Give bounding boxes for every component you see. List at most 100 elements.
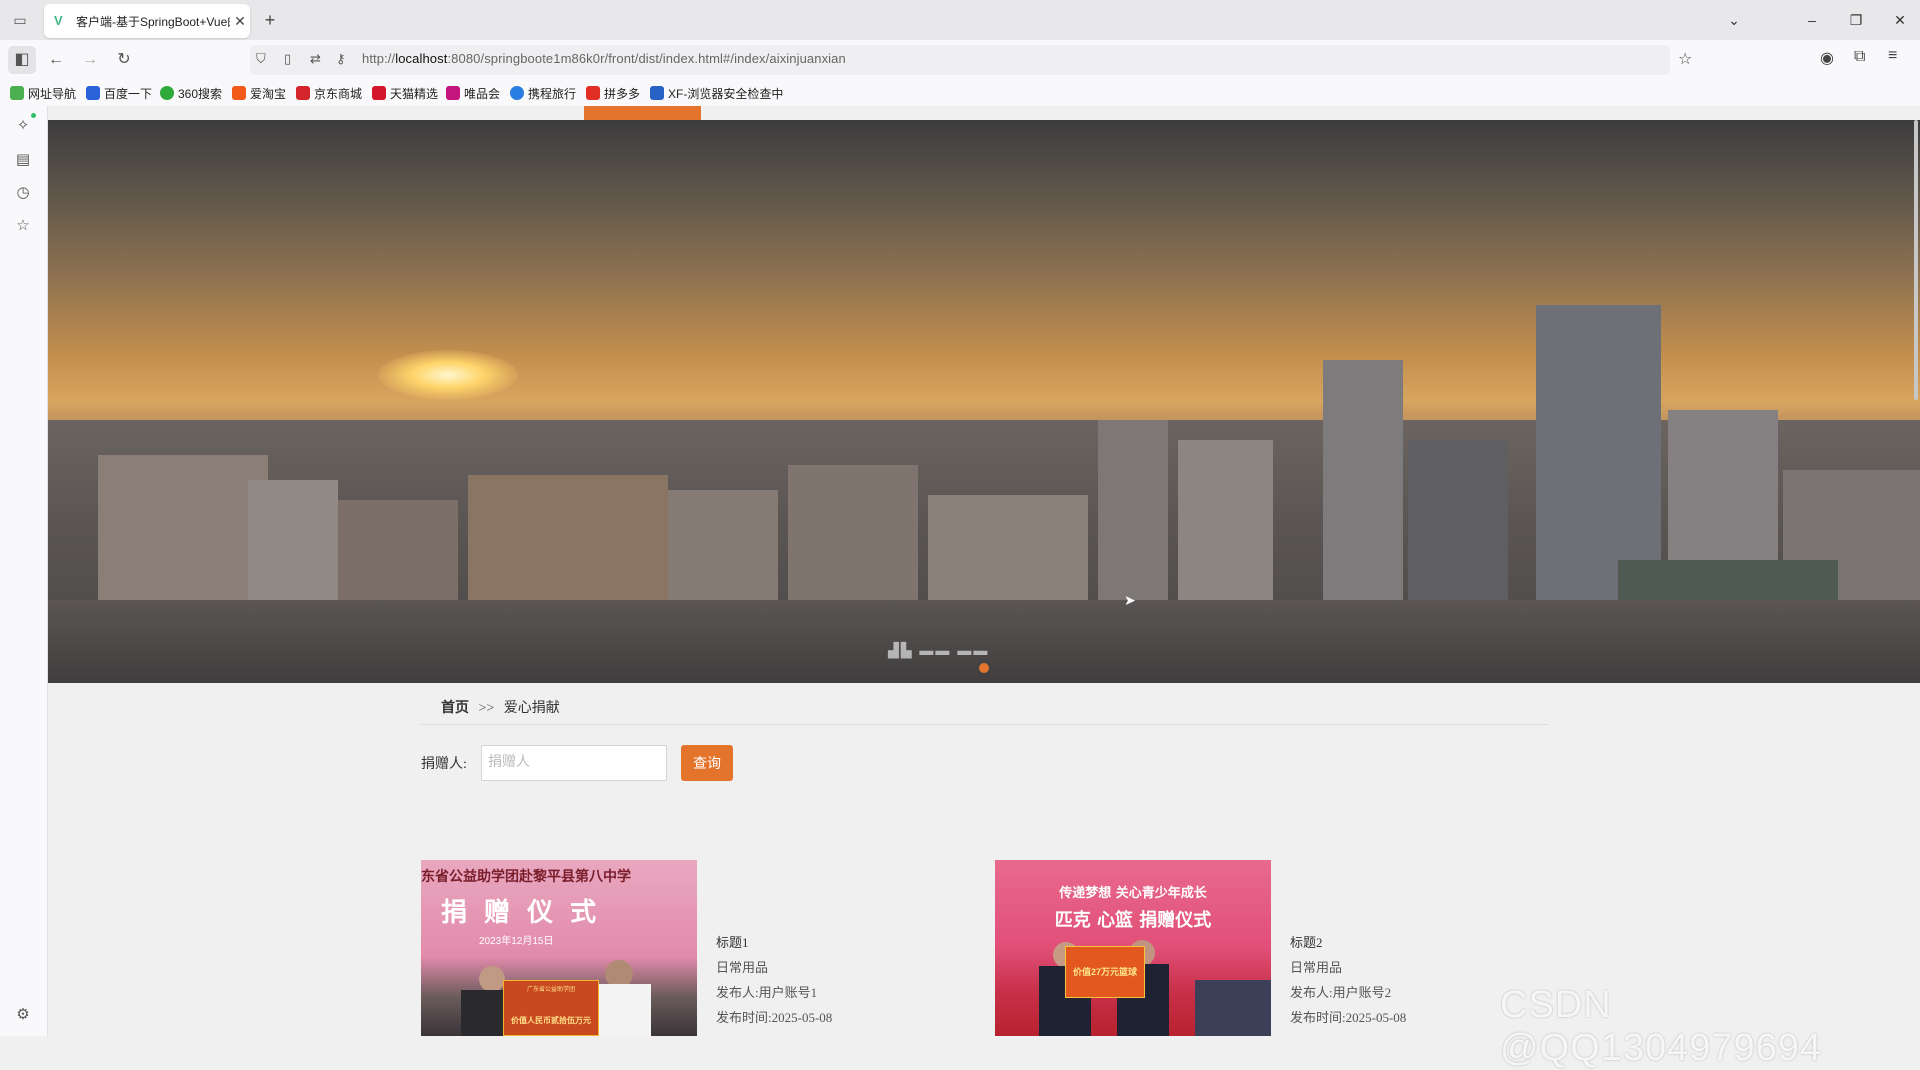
bookmark-icon [510,86,524,100]
breadcrumb-home-link[interactable]: 首页 [441,701,469,716]
history-clock-icon[interactable]: ◷ [10,180,36,206]
notification-dot [31,113,36,118]
donor-search-label: 捐赠人: [421,757,467,772]
breadcrumb-separator: >> [478,701,495,716]
bookmark-item[interactable]: 唯品会 [446,84,500,102]
hero-watermark-logo: ▟▙ ▬▬ ▬▬ [888,642,990,658]
bookmark-item[interactable]: 网址导航 [10,84,76,102]
hero-banner-image: ▟▙ ▬▬ ▬▬ [48,120,1920,683]
bookmark-label: 百度一下 [104,86,153,101]
bookmark-icon [586,86,600,100]
nav-active-indicator [584,106,701,120]
back-arrow-icon[interactable]: ← [42,46,70,74]
mouse-cursor-icon: ➤ [1124,592,1136,608]
bookmark-item[interactable]: 百度一下 [86,84,152,102]
bookmark-label: 携程旅行 [528,86,577,101]
audience-group [1195,980,1271,1036]
board-value-text: 价值27万元篮球 [1072,967,1137,977]
settings-gear-icon[interactable]: ⚙ [10,1002,36,1028]
url-scheme: http:// [362,51,396,66]
bookmark-item[interactable]: 360搜索 [160,84,222,102]
card-publisher: 发布人:用户账号1 [716,985,818,1000]
tab-close-icon[interactable]: ✕ [230,13,250,30]
card-date: 发布时间:2025-05-08 [1290,1010,1407,1025]
shield-icon[interactable]: ⛉ [256,51,266,67]
tab-strip [0,0,1920,40]
new-tab-button[interactable]: + [258,8,282,32]
donation-card-image[interactable]: 传递梦想 关心青少年成长 匹克 心篮 捐赠仪式 价值27万元篮球 [995,860,1271,1036]
key-icon[interactable]: ⚷ [336,51,346,67]
donation-card-image[interactable]: 东省公益助学团赴黎平县第八中学 捐 赠 仪 式 2023年12月15日 广东省公… [421,860,697,1036]
person-head [479,966,505,992]
bookmark-label: 网址导航 [28,86,77,101]
card-publisher: 发布人:用户账号2 [1290,985,1392,1000]
bookmark-label: 360搜索 [178,86,223,101]
board-value-text: 价值人民币贰拾伍万元 [511,1016,591,1025]
breadcrumb-divider [421,724,1548,725]
url-text[interactable]: http://localhost:8080/springboote1m86k0r… [362,51,846,66]
minimize-window-icon[interactable]: – [1792,6,1832,34]
bookmarks-bar [0,80,1920,107]
breadcrumb-current: 爱心捐献 [503,701,560,716]
url-host: localhost [395,51,448,66]
image-header-text: 传递梦想 关心青少年成长 [1059,886,1207,901]
menu-icon[interactable]: ≡ [1888,47,1897,65]
sun-glow [378,350,518,400]
tab-list-icon[interactable]: ▭ [10,10,30,30]
synced-tabs-icon[interactable]: ▤ [10,147,36,173]
image-banner-text: 匹克 心篮 捐赠仪式 [1054,910,1212,931]
tab-title: 客户端-基于SpringBoot+Vue的 [76,14,230,29]
bookmark-icon [446,86,460,100]
csdn-watermark: CSDN @QQ1304979694 [1500,984,1823,1069]
breadcrumb: 首页 >> 爱心捐献 [441,697,560,717]
bookmark-label: XF-浏览器安全检查中 [668,86,784,101]
donation-board: 价值27万元篮球 [1065,946,1145,998]
bookmark-icon [86,86,100,100]
donation-board: 广东省公益助学团 价值人民币贰拾伍万元 [503,980,599,1036]
close-window-icon[interactable]: ✕ [1880,6,1920,34]
card-date: 发布时间:2025-05-08 [716,1010,833,1025]
restore-window-icon[interactable]: ❐ [1836,6,1876,34]
image-date-text: 2023年12月15日 [479,936,554,947]
bookmark-item[interactable]: 天猫精选 [372,84,438,102]
bookmark-icon [372,86,386,100]
image-banner-text: 捐 赠 仪 式 [441,898,601,928]
account-icon[interactable]: ◉ [1820,48,1834,68]
card-title[interactable]: 标题2 [1290,930,1406,955]
bookmark-item[interactable]: 京东商城 [296,84,362,102]
page-info-icon[interactable]: ▯ [284,51,291,67]
forward-arrow-icon[interactable]: → [76,46,104,74]
bookmark-icon [650,86,664,100]
donor-search-input[interactable] [481,745,667,781]
person-body [591,984,651,1036]
bookmarks-star-icon[interactable]: ☆ [10,213,36,239]
bookmark-icon [232,86,246,100]
bookmark-item[interactable]: 携程旅行 [510,84,576,102]
bookmark-item[interactable]: 拼多多 [586,84,640,102]
bookmark-label: 拼多多 [604,86,641,101]
search-button[interactable]: 查询 [681,745,733,781]
bookmark-item[interactable]: XF-浏览器安全检查中 [650,84,783,102]
bookmark-icon [160,86,174,100]
bookmark-item[interactable]: 爱淘宝 [232,84,286,102]
card-title[interactable]: 标题1 [716,930,832,955]
carousel-indicator-dot[interactable] [979,663,989,673]
bookmark-icon [296,86,310,100]
bookmark-label: 京东商城 [314,86,363,101]
extensions-icon[interactable]: ⧉ [1854,48,1865,66]
card-category: 日常用品 [716,960,769,975]
board-title-text: 广东省公益助学团 [526,987,575,993]
url-path: :8080/springboote1m86k0r/front/dist/inde… [447,51,846,66]
page-scrollbar[interactable] [1914,120,1918,400]
bookmark-star-icon[interactable]: ☆ [1678,49,1692,69]
bookmark-icon [10,86,24,100]
browser-tab-active[interactable]: V 客户端-基于SpringBoot+Vue的 ✕ [44,4,250,38]
sidebar-toggle-icon[interactable]: ◧ [8,46,36,74]
browser-sidebar [0,106,48,1036]
donation-card-info: 标题2 日常用品 发布人:用户账号2 发布时间:2025-05-08 [1290,930,1406,1030]
donation-card-info: 标题1 日常用品 发布人:用户账号1 发布时间:2025-05-08 [716,930,832,1030]
reload-icon[interactable]: ↻ [110,46,138,74]
tab-overflow-chevron-icon[interactable]: ⌄ [1714,6,1754,34]
image-header-text: 东省公益助学团赴黎平县第八中学 [421,869,631,885]
permissions-icon[interactable]: ⇄ [310,51,321,67]
